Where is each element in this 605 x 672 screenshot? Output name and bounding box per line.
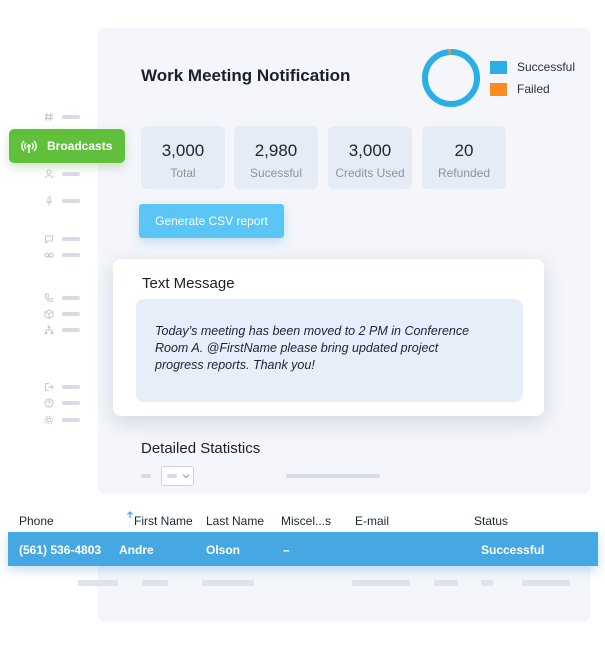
cell-first-name: Andre <box>119 543 154 557</box>
sidebar-item-placeholder <box>62 312 80 316</box>
sidebar-item-placeholder <box>62 199 80 203</box>
rows-per-page-select[interactable] <box>161 466 194 486</box>
text-message-card: Text Message Today’s meeting has been mo… <box>113 259 544 416</box>
legend-swatch <box>490 82 507 96</box>
column-header-last-name[interactable]: Last Name <box>206 514 264 528</box>
donut-segment-successful <box>422 49 480 107</box>
stat-label: Sucessful <box>249 166 303 180</box>
sidebar-item-label: Broadcasts <box>47 139 113 153</box>
message-line: Room A. @FirstName please bring updated … <box>155 341 439 355</box>
column-header-first-name[interactable]: First Name <box>134 514 193 528</box>
stat-card-total: 3,000 Total <box>141 126 225 189</box>
main-panel-footer <box>98 566 590 622</box>
table-row-placeholder <box>202 580 254 586</box>
stat-value: 2,980 <box>254 141 298 160</box>
message-preview: Today’s meeting has been moved to 2 PM i… <box>136 299 523 402</box>
sort-up-icon[interactable] <box>126 511 134 519</box>
text-message-title: Text Message <box>142 275 235 292</box>
column-header-phone[interactable]: Phone <box>19 514 54 528</box>
table-header: Phone First Name Last Name Miscel...s E-… <box>8 506 598 532</box>
legend-swatch <box>490 60 507 74</box>
logout-icon[interactable] <box>44 382 54 392</box>
stat-label: Credits Used <box>335 166 405 180</box>
sidebar-item-placeholder <box>62 253 80 257</box>
sidebar-item-placeholder <box>62 296 80 300</box>
page-title: Work Meeting Notification <box>141 66 351 85</box>
cell-misc: – <box>283 543 290 557</box>
cell-phone: (561) 536-4803 <box>19 543 102 557</box>
stat-label: Refunded <box>437 166 491 180</box>
column-header-email[interactable]: E-mail <box>355 514 389 528</box>
stat-card-successful: 2,980 Sucessful <box>234 126 318 189</box>
table-row-placeholder <box>434 580 458 586</box>
stat-card-refunded: 20 Refunded <box>422 126 506 189</box>
legend-item-successful: Successful <box>490 60 575 74</box>
voicemail-icon[interactable] <box>44 250 54 260</box>
sidebar-item-placeholder <box>62 172 80 176</box>
table-row-placeholder <box>481 580 493 586</box>
legend-label: Successful <box>517 60 576 74</box>
table-row[interactable]: (561) 536-4803 Andre Olson – Successful <box>8 532 598 566</box>
sidebar-item-placeholder <box>62 418 80 422</box>
box-icon[interactable] <box>44 309 54 319</box>
stat-value: 3,000 <box>348 141 392 160</box>
sidebar-item-placeholder <box>62 115 80 119</box>
stat-card-credits-used: 3,000 Credits Used <box>328 126 412 189</box>
stat-value: 20 <box>454 141 474 160</box>
select-value-placeholder <box>167 474 177 478</box>
stat-value: 3,000 <box>161 141 205 160</box>
detailed-statistics-title: Detailed Statistics <box>141 440 261 457</box>
rows-label-placeholder <box>141 474 151 478</box>
cell-last-name: Olson <box>206 543 241 557</box>
stat-label: Total <box>170 166 196 180</box>
users-icon[interactable] <box>44 169 54 179</box>
column-header-status[interactable]: Status <box>474 514 508 528</box>
message-line: Today’s meeting has been moved to 2 PM i… <box>155 324 470 338</box>
microphone-icon[interactable] <box>44 196 54 206</box>
broadcast-icon <box>21 138 37 154</box>
help-icon[interactable] <box>44 398 54 408</box>
cell-status: Successful <box>481 543 545 557</box>
chevron-down-icon <box>182 472 190 480</box>
phone-icon[interactable] <box>44 293 54 303</box>
hashtag-icon[interactable] <box>44 112 54 122</box>
message-line: progress reports. Thank you! <box>155 358 315 372</box>
legend-label: Failed <box>517 82 550 96</box>
search-placeholder-bar[interactable] <box>286 474 380 478</box>
chat-icon[interactable] <box>44 234 54 244</box>
legend-item-failed: Failed <box>490 82 550 96</box>
sidebar-item-broadcasts[interactable]: Broadcasts <box>9 129 125 163</box>
table-row-placeholder <box>352 580 410 586</box>
delivery-donut-chart <box>422 49 480 107</box>
sidebar-item-placeholder <box>62 237 80 241</box>
sidebar-item-placeholder <box>62 401 80 405</box>
sidebar-item-placeholder <box>62 328 80 332</box>
table-row-placeholder <box>142 580 168 586</box>
gear-icon[interactable] <box>44 415 54 425</box>
sitemap-icon[interactable] <box>44 325 54 335</box>
table-row-placeholder <box>78 580 118 586</box>
generate-csv-button[interactable]: Generate CSV report <box>139 204 284 238</box>
table-row-placeholder <box>522 580 570 586</box>
sidebar-item-placeholder <box>62 385 80 389</box>
column-header-misc[interactable]: Miscel...s <box>281 514 331 528</box>
